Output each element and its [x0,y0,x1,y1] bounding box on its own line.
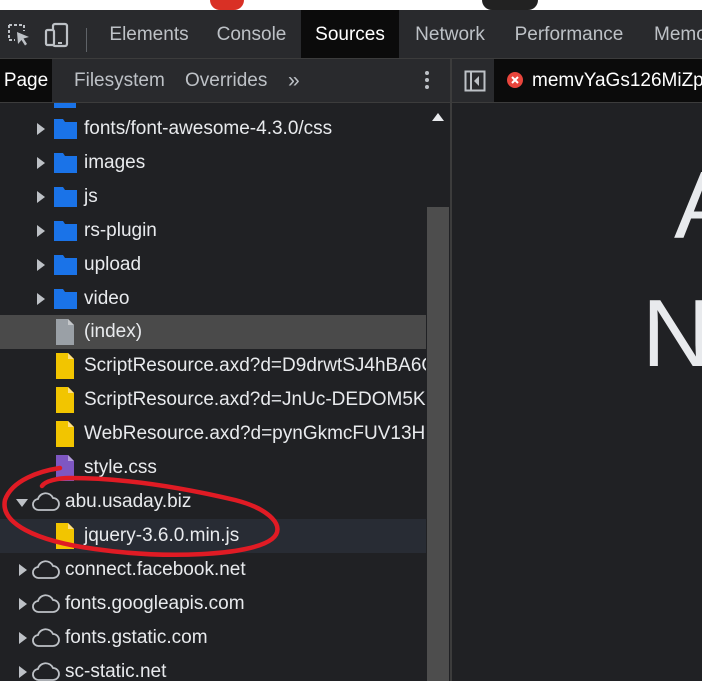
tree-domain-connect-facebook-net[interactable]: connect.facebook.net [0,553,426,587]
inspect-element-icon[interactable] [6,22,32,48]
collapse-arrow-icon[interactable] [16,499,28,507]
folder-icon [54,118,77,144]
tree-file-index[interactable]: (index) [0,315,426,349]
tab-console[interactable]: Console [202,10,301,58]
tree-item-label: ScriptResource.axd?d=JnUc-DEDOM5KzzVk [84,389,426,410]
tree-file-scriptresource-1[interactable]: ScriptResource.axd?d=D9drwtSJ4hBA6O8U [0,349,426,383]
tree-folder-rs-plugin[interactable]: rs-plugin [0,214,426,248]
cloud-icon [32,662,60,681]
tab-elements[interactable]: Elements [96,10,202,58]
editor-pane[interactable]: A N [452,103,702,681]
expand-arrow-icon[interactable] [19,632,27,644]
tree-item-label: upload [84,254,142,275]
tree-file-webresource[interactable]: WebResource.axd?d=pynGkmcFUV13He1Q [0,417,426,451]
cloud-icon [32,628,60,653]
folder-icon [54,220,77,246]
scrollbar-thumb[interactable] [427,207,449,681]
expand-arrow-icon[interactable] [37,225,45,237]
editor-tab-label: memvYaGs126MiZp... [532,70,702,91]
cloud-icon [32,594,60,619]
tab-sources[interactable]: Sources [301,10,399,58]
tree-item-label: fonts.googleapis.com [65,593,245,614]
script-file-icon [56,387,74,418]
tree-folder-images[interactable]: images [0,146,426,180]
expand-arrow-icon[interactable] [37,259,45,271]
tree-domain-fonts-gstatic-com[interactable]: fonts.gstatic.com [0,621,426,655]
editor-text-line-1: A [674,151,702,261]
stylesheet-file-icon [56,455,74,486]
tree-scrollbar[interactable] [426,103,450,681]
folder-icon [54,152,77,178]
tree-file-style-css[interactable]: style.css [0,451,426,485]
tree-item-label: sc-static.net [65,661,167,681]
folder-icon [54,288,77,314]
expand-arrow-icon[interactable] [37,191,45,203]
cloud-icon [32,492,60,517]
file-tree: fonts/font-awesome-4.3.0/css images js r… [0,103,426,681]
expand-arrow-icon[interactable] [19,666,27,678]
tree-item-label: fonts/font-awesome-4.3.0/css [84,118,333,139]
editor-tab-file[interactable]: memvYaGs126MiZp... [494,59,702,102]
cloud-icon [32,560,60,585]
error-icon [507,72,523,88]
document-file-icon [56,319,74,350]
tree-item-label: fonts.gstatic.com [65,627,208,648]
expand-arrow-icon[interactable] [37,157,45,169]
tree-domain-sc-static-net[interactable]: sc-static.net [0,655,426,681]
script-file-icon [56,421,74,452]
tab-network[interactable]: Network [399,10,501,58]
tree-item-label: ScriptResource.axd?d=D9drwtSJ4hBA6O8U [84,355,426,376]
editor-tabs: memvYaGs126MiZp... [452,59,702,103]
tab-overrides[interactable]: Overrides [185,59,267,102]
expand-arrow-icon[interactable] [19,598,27,610]
tree-file-jquery[interactable]: jquery-3.6.0.min.js [0,519,426,553]
tree-folder-upload[interactable]: upload [0,248,426,282]
tree-file-scriptresource-2[interactable]: ScriptResource.axd?d=JnUc-DEDOM5KzzVk [0,383,426,417]
script-file-icon [56,523,74,554]
tab-memory[interactable]: Memo [654,10,702,58]
device-toolbar-icon[interactable] [44,22,70,48]
devtools-main-toolbar: Elements Console Sources Network Perform… [0,10,702,59]
expand-arrow-icon[interactable] [37,293,45,305]
tree-item-label: rs-plugin [84,220,157,241]
tree-domain-abu-usaday-biz[interactable]: abu.usaday.biz [0,485,426,519]
tree-item-label: video [84,288,130,309]
folder-icon [54,186,77,212]
folder-icon [54,254,77,280]
expand-arrow-icon[interactable] [19,564,27,576]
more-options-icon[interactable] [420,69,434,93]
page-graphic-dark [482,0,538,10]
toolbar-separator [86,28,87,52]
more-tabs-chevron-icon[interactable]: » [288,59,300,102]
tree-item-label: jquery-3.6.0.min.js [84,525,240,546]
tree-item-label: style.css [84,457,157,478]
tree-folder-video[interactable]: video [0,282,426,316]
tree-item-label: connect.facebook.net [65,559,246,580]
page-graphic-red [210,0,244,10]
tree-item-label: images [84,152,146,173]
tree-folder-fonts[interactable]: fonts/font-awesome-4.3.0/css [0,112,426,146]
toggle-navigator-icon[interactable] [464,70,486,97]
script-file-icon [56,353,74,384]
tree-item-label: (index) [84,321,143,342]
tree-domain-fonts-googleapis-com[interactable]: fonts.googleapis.com [0,587,426,621]
navigator-tabs: Page Filesystem Overrides » [0,59,450,103]
tree-folder-js[interactable]: js [0,180,426,214]
tree-row-partial [0,103,426,108]
scroll-up-arrow-icon[interactable] [432,113,444,121]
browser-page-strip [0,0,702,10]
editor-text-line-2: N [642,280,702,387]
expand-arrow-icon[interactable] [37,123,45,135]
tab-filesystem[interactable]: Filesystem [74,59,165,102]
tree-item-label: WebResource.axd?d=pynGkmcFUV13He1Q [84,423,426,444]
tree-item-label: js [84,186,98,207]
tab-performance[interactable]: Performance [501,10,637,58]
tab-page[interactable]: Page [0,59,52,102]
tree-item-label: abu.usaday.biz [65,491,192,512]
